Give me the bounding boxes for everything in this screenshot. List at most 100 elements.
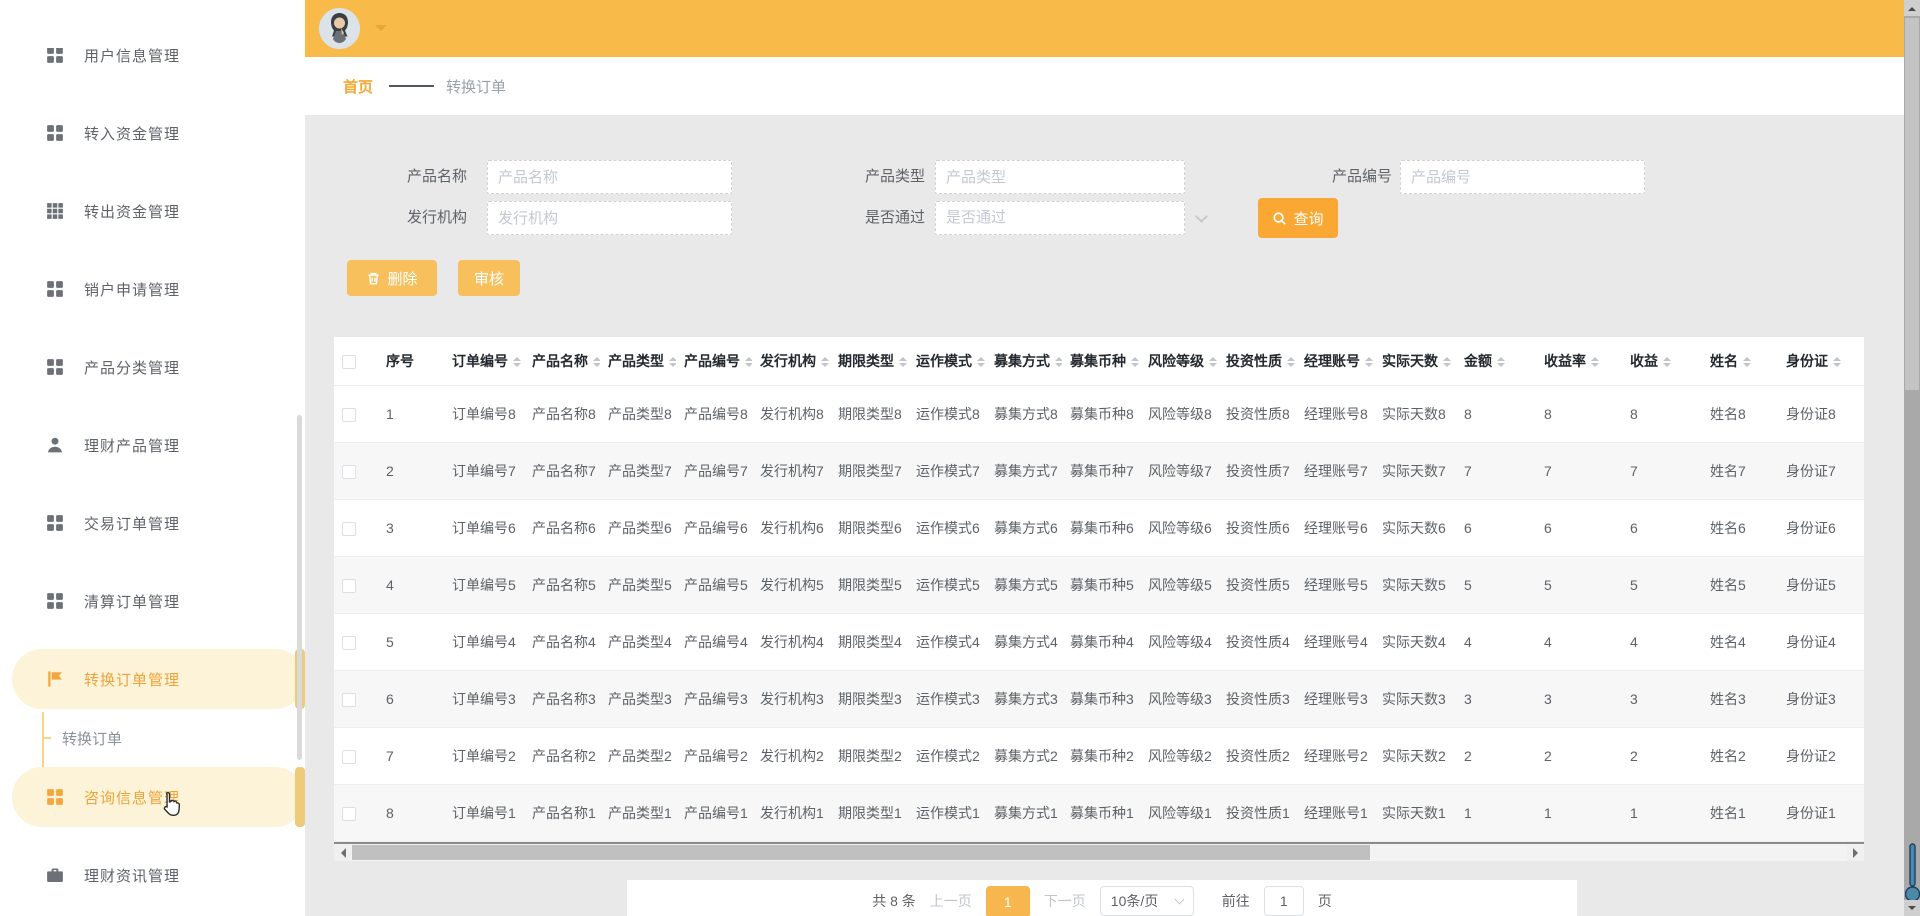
table-cell: 风险等级1 bbox=[1140, 784, 1218, 841]
table-cell: 7 bbox=[1536, 442, 1622, 499]
table-cell: 投资性质8 bbox=[1218, 385, 1296, 442]
table-cell: 产品类型2 bbox=[600, 727, 676, 784]
table-cell: 1 bbox=[1622, 784, 1702, 841]
scroll-up-arrow-icon[interactable] bbox=[1904, 0, 1920, 16]
sort-carets-icon[interactable] bbox=[1497, 353, 1505, 371]
sort-carets-icon[interactable] bbox=[1443, 353, 1451, 371]
column-header-14[interactable]: 实际天数 bbox=[1374, 337, 1456, 385]
sidebar-item-label: 转出资金管理 bbox=[84, 201, 180, 222]
vertical-scrollbar-thumb[interactable] bbox=[1905, 18, 1919, 390]
page-size-select[interactable]: 10条/页 bbox=[1100, 886, 1194, 916]
sidebar-item-3[interactable]: 销户申请管理 bbox=[0, 250, 305, 328]
table-cell: 产品编号7 bbox=[676, 442, 752, 499]
user-avatar[interactable] bbox=[319, 8, 360, 49]
sort-carets-icon[interactable] bbox=[1131, 353, 1139, 371]
row-checkbox[interactable] bbox=[342, 636, 356, 650]
page-1-button[interactable]: 1 bbox=[986, 886, 1030, 916]
table-cell: 产品编号2 bbox=[676, 727, 752, 784]
delete-button[interactable]: 删除 bbox=[347, 260, 437, 296]
sort-carets-icon[interactable] bbox=[1365, 353, 1373, 371]
column-header-12[interactable]: 投资性质 bbox=[1218, 337, 1296, 385]
sort-carets-icon[interactable] bbox=[513, 353, 521, 371]
prev-page-button[interactable]: 上一页 bbox=[930, 886, 972, 916]
product-name-input[interactable] bbox=[487, 160, 732, 194]
row-checkbox[interactable] bbox=[342, 522, 356, 536]
horizontal-scrollbar-thumb[interactable] bbox=[352, 845, 1370, 860]
sidebar-item-5[interactable]: 理财产品管理 bbox=[0, 406, 305, 484]
breadcrumb-home-link[interactable]: 首页 bbox=[343, 76, 373, 97]
passed-select[interactable]: 是否通过 bbox=[935, 201, 1185, 235]
column-header-3[interactable]: 产品名称 bbox=[524, 337, 600, 385]
next-page-button[interactable]: 下一页 bbox=[1044, 886, 1086, 916]
column-header-19[interactable]: 身份证 bbox=[1778, 337, 1864, 385]
table-cell: 投资性质7 bbox=[1218, 442, 1296, 499]
sort-carets-icon[interactable] bbox=[1055, 353, 1062, 371]
sidebar-item-8[interactable]: 转换订单管理 bbox=[0, 640, 305, 718]
column-header-9[interactable]: 募集方式 bbox=[986, 337, 1062, 385]
vertical-scrollbar[interactable] bbox=[1904, 0, 1920, 916]
row-checkbox[interactable] bbox=[342, 408, 356, 422]
column-header-7[interactable]: 期限类型 bbox=[830, 337, 908, 385]
row-checkbox[interactable] bbox=[342, 579, 356, 593]
sidebar-item-7[interactable]: 清算订单管理 bbox=[0, 562, 305, 640]
sidebar-item-4[interactable]: 产品分类管理 bbox=[0, 328, 305, 406]
issuer-input[interactable] bbox=[487, 201, 732, 235]
table-cell: 身份证5 bbox=[1778, 556, 1864, 613]
column-header-11[interactable]: 风险等级 bbox=[1140, 337, 1218, 385]
trash-icon bbox=[366, 271, 381, 286]
column-header-16[interactable]: 收益率 bbox=[1536, 337, 1622, 385]
column-header-8[interactable]: 运作模式 bbox=[908, 337, 986, 385]
row-checkbox[interactable] bbox=[342, 465, 356, 479]
column-header-4[interactable]: 产品类型 bbox=[600, 337, 676, 385]
row-checkbox[interactable] bbox=[342, 807, 356, 821]
column-header-18[interactable]: 姓名 bbox=[1702, 337, 1778, 385]
column-header-2[interactable]: 订单编号 bbox=[444, 337, 524, 385]
sidebar-item-6[interactable]: 交易订单管理 bbox=[0, 484, 305, 562]
sidebar-item-10[interactable]: 理财资讯管理 bbox=[0, 836, 305, 914]
sort-carets-icon[interactable] bbox=[977, 353, 985, 371]
scroll-right-arrow-icon[interactable] bbox=[1847, 844, 1864, 861]
sort-carets-icon[interactable] bbox=[669, 353, 676, 371]
column-header-17[interactable]: 收益 bbox=[1622, 337, 1702, 385]
table-cell: 姓名7 bbox=[1702, 442, 1778, 499]
sort-carets-icon[interactable] bbox=[1209, 353, 1217, 371]
sort-carets-icon[interactable] bbox=[593, 353, 600, 371]
row-checkbox[interactable] bbox=[342, 693, 356, 707]
search-button[interactable]: 查询 bbox=[1258, 198, 1338, 238]
goto-page-input[interactable]: 1 bbox=[1264, 886, 1304, 916]
sort-carets-icon[interactable] bbox=[821, 353, 829, 371]
horizontal-scrollbar[interactable] bbox=[334, 844, 1864, 861]
audit-button[interactable]: 审核 bbox=[458, 260, 520, 296]
chevron-down-icon[interactable] bbox=[1195, 210, 1208, 223]
column-header-10[interactable]: 募集币种 bbox=[1062, 337, 1140, 385]
table-cell: 风险等级6 bbox=[1140, 499, 1218, 556]
column-header-5[interactable]: 产品编号 bbox=[676, 337, 752, 385]
table-cell: 经理账号6 bbox=[1296, 499, 1374, 556]
sort-carets-icon[interactable] bbox=[1287, 353, 1295, 371]
sidebar-scrollbar-thumb[interactable] bbox=[297, 415, 302, 760]
sort-carets-icon[interactable] bbox=[745, 353, 752, 371]
sort-carets-icon[interactable] bbox=[899, 353, 907, 371]
column-header-13[interactable]: 经理账号 bbox=[1296, 337, 1374, 385]
table-cell: 订单编号2 bbox=[444, 727, 524, 784]
sort-carets-icon[interactable] bbox=[1591, 353, 1599, 371]
sidebar-item-1[interactable]: 转入资金管理 bbox=[0, 94, 305, 172]
product-type-input[interactable] bbox=[935, 160, 1185, 194]
column-header-6[interactable]: 发行机构 bbox=[752, 337, 830, 385]
sidebar-item-9[interactable]: 咨询信息管理 bbox=[0, 758, 305, 836]
sort-carets-icon[interactable] bbox=[1743, 353, 1751, 371]
column-header-15[interactable]: 金额 bbox=[1456, 337, 1536, 385]
sort-carets-icon[interactable] bbox=[1833, 353, 1841, 371]
table-cell: 8 bbox=[1456, 385, 1536, 442]
chevron-down-icon[interactable] bbox=[375, 25, 387, 37]
sort-carets-icon[interactable] bbox=[1663, 353, 1671, 371]
row-checkbox[interactable] bbox=[342, 750, 356, 764]
scroll-down-arrow-icon[interactable] bbox=[1904, 900, 1920, 916]
sidebar-item-2[interactable]: 转出资金管理 bbox=[0, 172, 305, 250]
table-cell: 产品名称6 bbox=[524, 499, 600, 556]
product-no-input[interactable] bbox=[1400, 160, 1645, 194]
sidebar-subitem[interactable]: 转换订单 bbox=[0, 718, 305, 758]
select-all-checkbox[interactable] bbox=[342, 355, 356, 369]
scroll-left-arrow-icon[interactable] bbox=[334, 844, 351, 861]
table-cell: 经理账号8 bbox=[1296, 385, 1374, 442]
